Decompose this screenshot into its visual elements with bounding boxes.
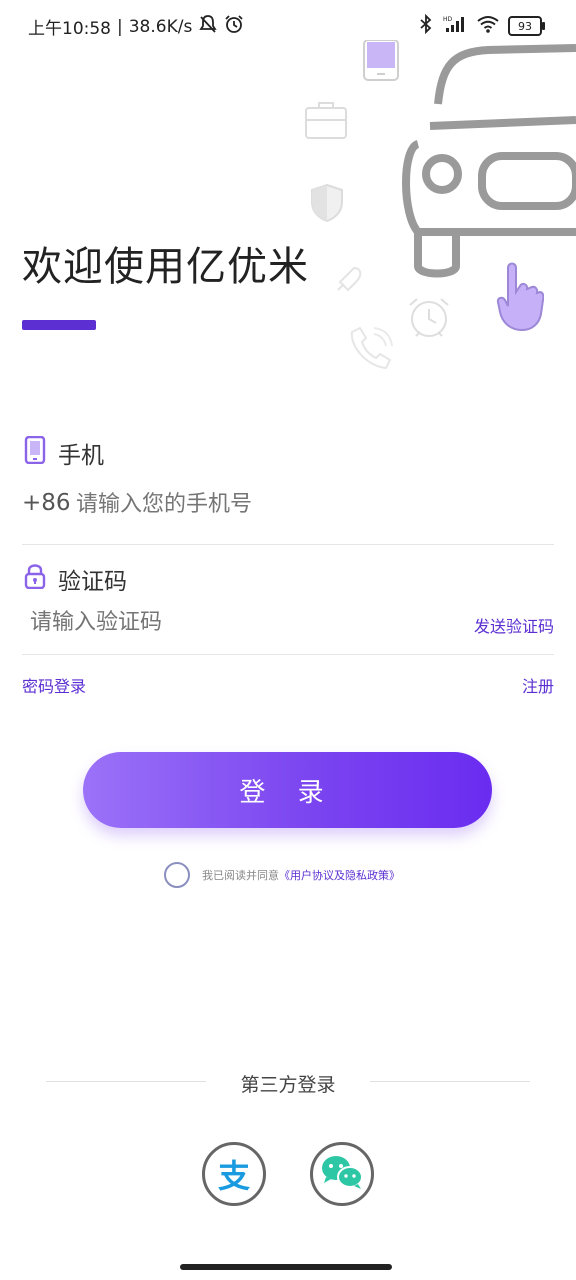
- agreement-row: 我已阅读并同意《用户协议及隐私政策》: [164, 862, 400, 888]
- car-illustration-icon: [398, 44, 576, 284]
- hand-pointer-icon: [494, 262, 544, 334]
- briefcase-icon: [304, 100, 348, 140]
- bluetooth-icon: [418, 13, 434, 38]
- alarm-clock-illustration-icon: [406, 296, 452, 340]
- register-link[interactable]: 注册: [522, 673, 554, 697]
- welcome-title: 欢迎使用亿优米: [22, 244, 309, 290]
- wechat-icon: [320, 1153, 364, 1195]
- phone-icon: [24, 435, 46, 470]
- code-divider: [22, 654, 554, 655]
- login-button[interactable]: 登 录: [83, 752, 492, 828]
- status-bar-right: HD 93: [418, 13, 545, 38]
- send-code-button[interactable]: 发送验证码: [474, 613, 554, 637]
- phone-number-input[interactable]: [76, 492, 536, 517]
- lock-icon: [24, 563, 46, 595]
- rocket-icon: [334, 264, 366, 294]
- alipay-login-button[interactable]: 支: [202, 1142, 266, 1206]
- mute-bell-icon: [198, 14, 218, 39]
- hd-signal-icon: HD: [442, 14, 468, 38]
- phone-call-icon: [346, 326, 396, 374]
- password-login-link[interactable]: 密码登录: [22, 673, 86, 697]
- country-code[interactable]: +86: [22, 490, 71, 516]
- shield-icon: [310, 184, 344, 222]
- code-label: 验证码: [58, 569, 127, 595]
- wechat-login-button[interactable]: [310, 1142, 374, 1206]
- verification-code-input[interactable]: [30, 610, 430, 635]
- agreement-prefix: 我已阅读并同意: [202, 869, 279, 882]
- code-section-label: 验证码: [24, 562, 127, 596]
- agreement-link[interactable]: 《用户协议及隐私政策》: [279, 869, 400, 882]
- wifi-icon: [476, 14, 500, 38]
- status-separator: |: [117, 16, 123, 37]
- status-network-speed: 38.6K/s: [128, 16, 193, 37]
- accent-bar: [22, 320, 96, 330]
- svg-text:HD: HD: [443, 16, 453, 23]
- phone-divider: [22, 544, 554, 545]
- battery-icon: 93: [508, 16, 545, 36]
- battery-level: 93: [518, 19, 532, 33]
- status-time: 上午10:58: [28, 19, 111, 39]
- home-indicator[interactable]: [180, 1264, 392, 1270]
- agreement-checkbox[interactable]: [164, 862, 190, 888]
- phone-label: 手机: [58, 443, 104, 469]
- phone-section-label: 手机: [24, 435, 104, 470]
- status-bar-left: 上午10:58 | 38.6K/s: [28, 14, 244, 39]
- phone-illustration-icon: [362, 40, 400, 82]
- alipay-icon: 支: [217, 1157, 250, 1195]
- alarm-icon: [224, 14, 244, 39]
- third-party-title: 第三方登录: [240, 1074, 336, 1096]
- agreement-text: 我已阅读并同意《用户协议及隐私政策》: [202, 867, 400, 883]
